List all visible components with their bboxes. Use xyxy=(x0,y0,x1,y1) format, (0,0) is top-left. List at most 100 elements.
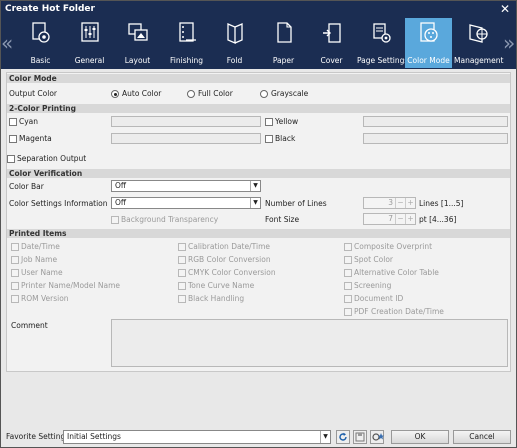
checkbox-rom-version[interactable] xyxy=(11,295,19,303)
tab-layout[interactable]: Layout xyxy=(114,18,161,68)
font-size-stepper[interactable]: 7 − + xyxy=(363,213,416,225)
chevron-left-icon[interactable]: « xyxy=(1,17,13,69)
close-icon[interactable]: ✕ xyxy=(499,1,511,17)
tab-label: Layout xyxy=(124,56,151,65)
checkbox-cmyk-color-conversion[interactable] xyxy=(178,269,186,277)
select-value: Off xyxy=(115,181,127,190)
tab-label: Finishing xyxy=(170,56,203,65)
black-field[interactable] xyxy=(363,133,508,144)
settings-toolbar: « Basic General Layout Finishing Fold Pa… xyxy=(1,17,516,69)
checkbox-pdf-creation-date-time[interactable] xyxy=(344,308,352,316)
number-of-lines-label: Number of Lines xyxy=(265,199,327,208)
cover-icon xyxy=(323,23,341,43)
plus-icon[interactable]: + xyxy=(405,214,415,224)
dropdown-arrow-icon: ▼ xyxy=(250,181,260,191)
radio-full-color[interactable] xyxy=(187,90,195,98)
lines-range-label: Lines [1...5] xyxy=(419,199,464,208)
checkbox-calibration-date-time[interactable] xyxy=(178,243,186,251)
color-settings-information-select[interactable]: Off ▼ xyxy=(111,197,261,209)
radio-grayscale[interactable] xyxy=(260,90,268,98)
checkbox-label: Calibration Date/Time xyxy=(188,242,270,251)
tab-label: Color Mode xyxy=(407,56,450,65)
tab-paper[interactable]: Paper xyxy=(260,18,307,68)
checkbox-rgb-color-conversion[interactable] xyxy=(178,256,186,264)
tab-label: Paper xyxy=(272,56,295,65)
radio-auto-color[interactable] xyxy=(111,90,119,98)
checkbox-label: Job Name xyxy=(21,255,58,264)
checkbox-label: Yellow xyxy=(275,117,299,126)
checkbox-label: Document ID xyxy=(354,294,404,303)
checkbox-label: Alternative Color Table xyxy=(354,268,439,277)
tab-label: Page Settings xyxy=(357,56,409,65)
page-settings-icon xyxy=(373,23,391,43)
tab-general[interactable]: General xyxy=(66,18,113,68)
minus-icon[interactable]: − xyxy=(395,214,405,224)
font-range-label: pt [4...36] xyxy=(419,215,457,224)
favorite-setting-select[interactable]: Initial Settings ▼ xyxy=(63,430,331,444)
checkbox-label: RGB Color Conversion xyxy=(188,255,271,264)
tab-cover[interactable]: Cover xyxy=(308,18,355,68)
color-bar-select[interactable]: Off ▼ xyxy=(111,180,261,192)
checkbox-alternative-color-table[interactable] xyxy=(344,269,352,277)
favorite-setting-label: Favorite Setting xyxy=(6,432,66,441)
gear-star-icon xyxy=(372,433,384,441)
radio-label: Grayscale xyxy=(271,89,309,98)
tab-fold[interactable]: Fold xyxy=(211,18,258,68)
save-button[interactable] xyxy=(353,430,367,444)
checkbox-black-handling[interactable] xyxy=(178,295,186,303)
plus-icon[interactable]: + xyxy=(405,198,415,208)
color-bar-label: Color Bar xyxy=(9,182,44,191)
radio-label: Auto Color xyxy=(122,89,162,98)
comment-field[interactable] xyxy=(111,319,508,367)
tab-label: Cover xyxy=(320,56,343,65)
tab-management[interactable]: Management xyxy=(454,18,504,68)
checkbox-label: CMYK Color Conversion xyxy=(188,268,276,277)
tab-finishing[interactable]: Finishing xyxy=(163,18,210,68)
checkbox-label: Tone Curve Name xyxy=(188,281,255,290)
checkbox-cyan[interactable] xyxy=(9,118,17,126)
footer-bar: Favorite Setting Initial Settings ▼ OK C… xyxy=(1,426,516,447)
checkbox-spot-color[interactable] xyxy=(344,256,352,264)
checkbox-user-name[interactable] xyxy=(11,269,19,277)
checkbox-tone-curve-name[interactable] xyxy=(178,282,186,290)
tab-label: Management xyxy=(454,56,504,65)
checkbox-yellow[interactable] xyxy=(265,118,273,126)
magenta-field[interactable] xyxy=(111,133,261,144)
number-of-lines-stepper[interactable]: 3 − + xyxy=(363,197,416,209)
save-icon xyxy=(355,432,365,442)
checkbox-label: Date/Time xyxy=(21,242,60,251)
favorite-manage-button[interactable] xyxy=(370,430,384,444)
checkbox-printer-name[interactable] xyxy=(11,282,19,290)
refresh-button[interactable] xyxy=(336,430,350,444)
stepper-value: 7 xyxy=(388,214,393,223)
tab-label: Basic xyxy=(30,56,51,65)
checkbox-label: Separation Output xyxy=(17,154,87,163)
basic-gear-icon xyxy=(32,22,50,43)
checkbox-background-transparency[interactable] xyxy=(111,216,119,224)
checkbox-label: Screening xyxy=(354,281,392,290)
color-settings-information-label: Color Settings Information xyxy=(9,199,108,208)
checkbox-label: PDF Creation Date/Time xyxy=(354,307,444,316)
checkbox-document-id[interactable] xyxy=(344,295,352,303)
checkbox-job-name[interactable] xyxy=(11,256,19,264)
checkbox-screening[interactable] xyxy=(344,282,352,290)
checkbox-date-time[interactable] xyxy=(11,243,19,251)
tab-color-mode[interactable]: Color Mode xyxy=(405,18,452,68)
select-value: Initial Settings xyxy=(67,432,121,441)
color-mode-icon xyxy=(420,22,438,42)
checkbox-separation-output[interactable] xyxy=(7,155,15,163)
ok-button[interactable]: OK xyxy=(391,430,449,444)
checkbox-black[interactable] xyxy=(265,135,273,143)
yellow-field[interactable] xyxy=(363,116,508,127)
settings-panel: Color Mode Output Color Auto Color Full … xyxy=(6,72,511,372)
tab-basic[interactable]: Basic xyxy=(17,18,64,68)
cancel-button[interactable]: Cancel xyxy=(453,430,511,444)
cyan-field[interactable] xyxy=(111,116,261,127)
tab-page-settings[interactable]: Page Settings xyxy=(357,18,409,68)
minus-icon[interactable]: − xyxy=(395,198,405,208)
comment-label: Comment xyxy=(11,321,48,330)
checkbox-magenta[interactable] xyxy=(9,135,17,143)
chevron-right-icon[interactable]: » xyxy=(503,17,515,69)
checkbox-composite-overprint[interactable] xyxy=(344,243,352,251)
section-header-2-color-printing: 2-Color Printing xyxy=(7,104,510,113)
